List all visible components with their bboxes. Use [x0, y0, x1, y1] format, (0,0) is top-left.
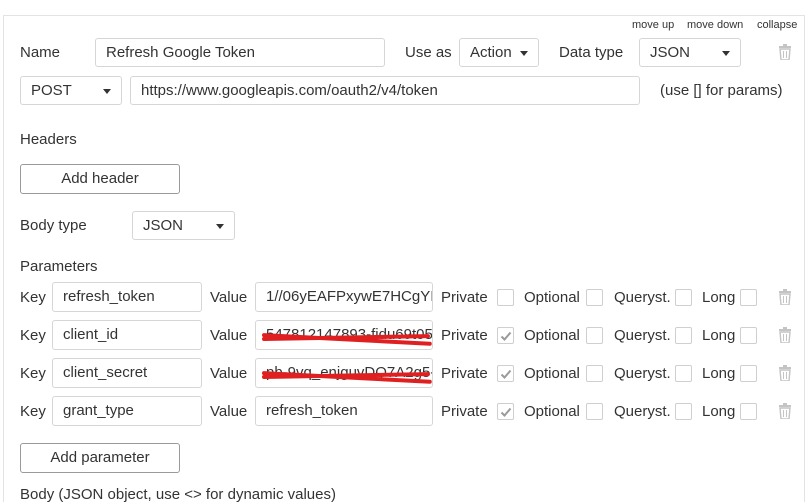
optional-checkbox[interactable]: [586, 327, 603, 344]
parameters-title: Parameters: [20, 258, 98, 275]
querystring-checkbox[interactable]: [675, 289, 692, 306]
param-private-label: Private: [441, 327, 488, 344]
trash-icon[interactable]: [778, 327, 792, 344]
param-optional-label: Optional: [524, 289, 580, 306]
data-type-label: Data type: [559, 44, 624, 61]
trash-icon[interactable]: [778, 403, 792, 420]
param-querystring-label: Queryst.: [614, 327, 671, 344]
param-private-label: Private: [441, 403, 488, 420]
querystring-checkbox[interactable]: [675, 327, 692, 344]
long-checkbox[interactable]: [740, 327, 757, 344]
method-select[interactable]: POST: [20, 76, 122, 105]
param-long-label: Long: [702, 289, 736, 306]
move-up-link[interactable]: move up: [632, 18, 674, 32]
body-type-select[interactable]: JSON: [132, 211, 235, 240]
param-key-label: Key: [20, 403, 46, 420]
data-type-select[interactable]: JSON: [639, 38, 741, 67]
param-private-label: Private: [441, 365, 488, 382]
param-key-label: Key: [20, 289, 46, 306]
param-optional-label: Optional: [524, 365, 580, 382]
param-value-label: Value: [210, 365, 248, 382]
param-key-input[interactable]: client_id: [52, 320, 202, 350]
param-key-input[interactable]: grant_type: [52, 396, 202, 426]
private-checkbox[interactable]: [497, 289, 514, 306]
move-down-link[interactable]: move down: [687, 18, 743, 32]
param-value-input[interactable]: 1//06yEAFPxywE7HCgYIARAAGAY: [255, 282, 433, 312]
param-key-label: Key: [20, 327, 46, 344]
collapse-link[interactable]: collapse: [757, 18, 797, 32]
param-value-label: Value: [210, 327, 248, 344]
name-input[interactable]: Refresh Google Token: [95, 38, 385, 67]
long-checkbox[interactable]: [740, 365, 757, 382]
param-key-input[interactable]: refresh_token: [52, 282, 202, 312]
param-value-label: Value: [210, 403, 248, 420]
param-value-input[interactable]: refresh_token: [255, 396, 433, 426]
private-checkbox[interactable]: [497, 403, 514, 420]
url-input[interactable]: https://www.googleapis.com/oauth2/v4/tok…: [130, 76, 640, 105]
param-querystring-label: Queryst.: [614, 365, 671, 382]
use-as-label: Use as: [405, 44, 452, 61]
private-checkbox[interactable]: [497, 327, 514, 344]
querystring-checkbox[interactable]: [675, 403, 692, 420]
param-value-label: Value: [210, 289, 248, 306]
param-key-label: Key: [20, 365, 46, 382]
param-long-label: Long: [702, 403, 736, 420]
optional-checkbox[interactable]: [586, 289, 603, 306]
add-header-button[interactable]: Add header: [20, 164, 180, 194]
name-label: Name: [20, 44, 61, 61]
param-querystring-label: Queryst.: [614, 403, 671, 420]
chevron-down-icon: [520, 51, 528, 56]
data-type-value: JSON: [650, 44, 691, 61]
chevron-down-icon: [722, 51, 730, 56]
use-as-value: Action: [470, 44, 512, 61]
url-hint: (use [] for params): [660, 82, 783, 99]
trash-icon[interactable]: [778, 289, 792, 306]
headers-title: Headers: [20, 131, 77, 148]
body-label: Body (JSON object, use <> for dynamic va…: [20, 486, 336, 502]
body-type-label: Body type: [20, 217, 87, 234]
param-querystring-label: Queryst.: [614, 289, 671, 306]
param-key-input[interactable]: client_secret: [52, 358, 202, 388]
chevron-down-icon: [216, 224, 224, 229]
querystring-checkbox[interactable]: [675, 365, 692, 382]
long-checkbox[interactable]: [740, 403, 757, 420]
long-checkbox[interactable]: [740, 289, 757, 306]
param-optional-label: Optional: [524, 327, 580, 344]
trash-icon[interactable]: [778, 44, 792, 61]
add-parameter-button[interactable]: Add parameter: [20, 443, 180, 473]
optional-checkbox[interactable]: [586, 365, 603, 382]
param-long-label: Long: [702, 327, 736, 344]
use-as-select[interactable]: Action: [459, 38, 539, 67]
optional-checkbox[interactable]: [586, 403, 603, 420]
private-checkbox[interactable]: [497, 365, 514, 382]
method-value: POST: [31, 82, 72, 99]
param-private-label: Private: [441, 289, 488, 306]
param-optional-label: Optional: [524, 403, 580, 420]
param-long-label: Long: [702, 365, 736, 382]
trash-icon[interactable]: [778, 365, 792, 382]
body-type-value: JSON: [143, 217, 184, 234]
chevron-down-icon: [103, 89, 111, 94]
